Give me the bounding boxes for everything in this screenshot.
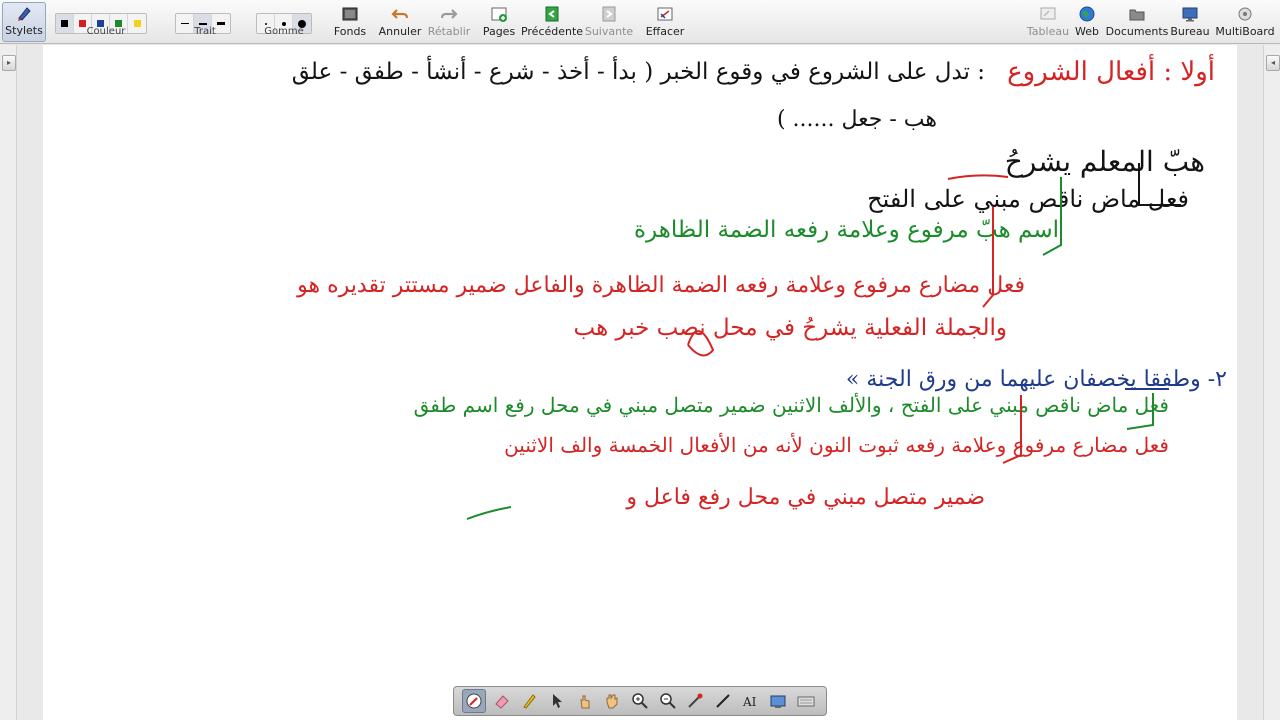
stylets-button[interactable]: Stylets [2,2,46,42]
svg-text:AI: AI [742,695,757,709]
precedente-button-label: Précédente [520,25,584,38]
example-2-predicate-analysis: فعل مضارع مرفوع وعلامة رفعه ثبوت النون ل… [504,433,1169,457]
pages-button-label: Pages [482,25,516,38]
pan-hand-tool-icon[interactable] [600,689,624,713]
folder-icon [1128,5,1146,23]
example-2-sentence: ٢- وطفقا يخصفان عليهما من ورق الجنة » [845,367,1227,392]
lesson-title: أولا : أفعال الشروع [1007,57,1215,87]
stylus-icon [15,4,33,22]
fonds-button[interactable]: Fonds [333,2,367,42]
clear-icon [656,5,674,23]
left-panel-toggle-icon[interactable]: ▸ [2,55,16,71]
keyboard-tool-icon[interactable] [794,689,818,713]
pages-button[interactable]: Pages [482,2,516,42]
right-side-panel: ◂ [1263,45,1280,720]
undo-icon [391,5,409,23]
example-1-verb-analysis: فعل ماض ناقص مبني على الفتح [867,185,1189,213]
precedente-button[interactable]: Précédente [520,2,584,42]
bureau-button-label: Bureau [1170,25,1210,38]
multiboard-button-label: MultiBoard [1215,25,1275,38]
effacer-button[interactable]: Effacer [646,2,684,42]
multiboard-button[interactable]: MultiBoard [1215,2,1275,42]
eraser-tool-icon[interactable] [490,689,514,713]
previous-page-icon [543,5,561,23]
example-2-verb-analysis: فعل ماض ناقص مبني على الفتح ، والألف الا… [413,393,1169,417]
example-1-noun-analysis: اسم هبّ مرفوع وعلامة رفعه الضمة الظاهرة [633,217,1059,243]
stylets-button-label: Stylets [5,24,43,37]
add-page-icon [490,5,508,23]
hand-select-tool-icon[interactable] [573,689,597,713]
effacer-button-label: Effacer [645,25,685,38]
web-button[interactable]: Web [1072,2,1102,42]
web-button-label: Web [1075,25,1099,38]
left-side-panel: ▸ [0,45,17,720]
bureau-button[interactable]: Bureau [1170,2,1210,42]
pen-tool-icon[interactable] [461,689,486,713]
redo-icon [440,5,458,23]
board-icon [1039,5,1057,23]
zoom-in-tool-icon[interactable] [628,689,652,713]
right-panel-toggle-icon[interactable]: ◂ [1266,55,1280,71]
retablir-button[interactable]: Rétablir [428,2,470,42]
tableau-button[interactable]: Tableau [1026,2,1070,42]
suivante-button[interactable]: Suivante [584,2,634,42]
whiteboard-canvas[interactable]: أولا : أفعال الشروع : تدل على الشروع في … [43,45,1237,720]
example-1-predicate-analysis-2: والجملة الفعلية يشرحُ في محل نصب خبر هب [573,315,1008,341]
screen-capture-tool-icon[interactable] [766,689,790,713]
example-2-predicate-analysis-2: ضمير متصل مبني في محل رفع فاعل و [626,485,985,510]
definition-line-2: هب - جعل ...... ) [776,107,937,132]
text-tool-icon[interactable]: AI [739,689,763,713]
globe-icon [1078,5,1096,23]
documents-button[interactable]: Documents [1105,2,1169,42]
color-group-label: Couleur [86,26,126,37]
stroke-thin[interactable] [176,14,194,33]
annuler-button[interactable]: Annuler [378,2,422,42]
retablir-button-label: Rétablir [427,25,471,38]
zoom-out-tool-icon[interactable] [656,689,680,713]
next-page-icon [600,5,618,23]
color-black[interactable] [56,14,74,33]
eraser-group-label: Gomme [264,26,304,37]
example-1-sentence: هبّ المعلم يشرحُ [1004,145,1205,178]
example-1-predicate-analysis: فعل مضارع مرفوع وعلامة رفعه الضمة الظاهر… [297,273,1025,298]
monitor-icon [1181,5,1199,23]
stroke-group-label: Trait [194,26,216,37]
documents-button-label: Documents [1105,25,1169,38]
color-yellow[interactable] [128,14,146,33]
main-toolbar: Stylets Fonds Annuler Rétablir Pages Précéden… [0,0,1280,44]
floating-tool-palette: AI [453,686,827,716]
background-icon [341,5,359,23]
highlighter-tool-icon[interactable] [517,689,541,713]
fonds-button-label: Fonds [333,25,367,38]
line-tool-icon[interactable] [711,689,735,713]
tableau-button-label: Tableau [1026,25,1070,38]
annuler-button-label: Annuler [378,25,422,38]
laser-tool-icon[interactable] [683,689,707,713]
definition-line-1: : تدل على الشروع في وقوع الخبر ( بدأ - أ… [291,59,985,85]
multiboard-icon [1236,5,1254,23]
suivante-button-label: Suivante [584,25,634,38]
pointer-tool-icon[interactable] [545,689,569,713]
